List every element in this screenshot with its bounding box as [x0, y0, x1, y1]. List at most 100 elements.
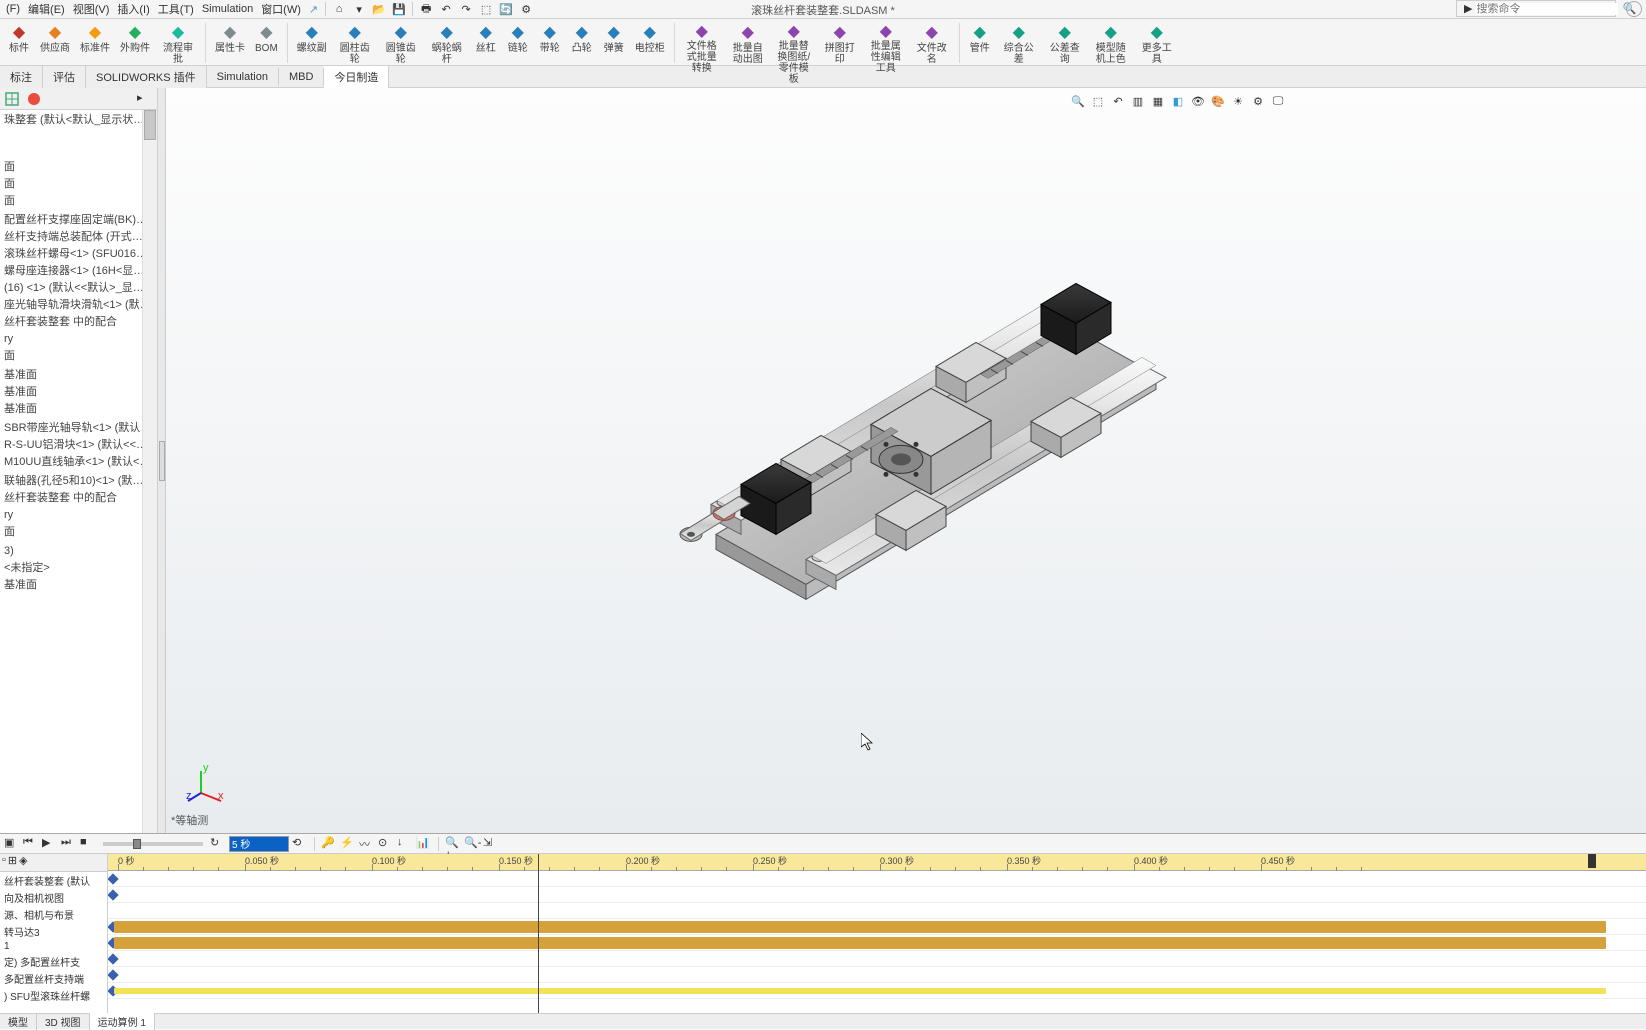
tree-tab-assembly-icon[interactable]	[4, 91, 20, 107]
gravity-icon[interactable]: ↓	[397, 836, 413, 852]
bottom-tab-模型[interactable]: 模型	[0, 1013, 37, 1030]
home-icon[interactable]: ⌂	[330, 1, 348, 17]
menu-view[interactable]: 视图(V)	[69, 1, 114, 17]
ribbon-综合公差[interactable]: ◆综合公差	[997, 21, 1041, 65]
keyframe-icon[interactable]	[108, 889, 119, 900]
tree-node[interactable]: ry	[2, 331, 155, 348]
motion-bar[interactable]	[114, 921, 1606, 933]
ribbon-文件格式批量转换[interactable]: ◆文件格式批量转换	[680, 21, 724, 65]
bottom-tab-3D 视图[interactable]: 3D 视图	[37, 1013, 90, 1030]
motion-tree-node[interactable]: 多配置丝杆支持端	[0, 970, 107, 987]
ribbon-批量属性编辑工具[interactable]: ◆批量属性编辑工具	[864, 21, 908, 65]
menu-edit[interactable]: 编辑(E)	[24, 1, 69, 17]
graphics-viewport[interactable]: 🔍 ⬚ ↶ ▥ ▦ ◧ 👁 🎨 ☀ ⚙ 🖵	[166, 88, 1646, 833]
tree-node[interactable]: 面	[2, 159, 155, 176]
tab-Simulation[interactable]: Simulation	[207, 68, 279, 86]
tl-row-comp2[interactable]	[108, 967, 1646, 983]
search-input[interactable]	[1476, 3, 1618, 15]
ribbon-链轮[interactable]: ◆链轮	[503, 21, 533, 65]
rebuild-icon[interactable]: 🔄	[497, 1, 515, 17]
motion-tree-node[interactable]: ) SFU型滚珠丝杆螺	[0, 987, 107, 1004]
ribbon-标件[interactable]: ◆标件	[4, 21, 34, 65]
menu-file[interactable]: (F)	[2, 3, 24, 15]
play-start-icon[interactable]: ⏮	[23, 836, 39, 852]
contact-icon[interactable]: ⊙	[378, 836, 394, 852]
tl-row-1[interactable]	[108, 935, 1646, 951]
timeline-playhead[interactable]	[538, 854, 539, 1013]
tree-node[interactable]: 丝杆套装整套 中的配合	[2, 490, 155, 507]
feature-tree[interactable]: 珠整套 (默认<默认_显示状态-1>) 面面面配置丝杆支撑座固定端(BK)总装配…	[0, 110, 157, 833]
motion-tree-node[interactable]: 转马达3	[0, 923, 107, 940]
display-style-icon[interactable]: ◧	[1170, 93, 1186, 109]
motor-icon[interactable]: ⚡	[340, 836, 356, 852]
ribbon-螺纹副[interactable]: ◆螺纹副	[293, 21, 331, 65]
bottom-tab-运动算例 1[interactable]: 运动算例 1	[90, 1013, 155, 1030]
ribbon-公差查询[interactable]: ◆公差查询	[1043, 21, 1087, 65]
timeline-end-marker[interactable]	[1588, 854, 1596, 868]
ribbon-更多工具[interactable]: ◆更多工具	[1135, 21, 1179, 65]
menu-tools[interactable]: 工具(T)	[154, 1, 198, 17]
motion-tree-node[interactable]: 1	[0, 940, 107, 953]
ribbon-圆锥齿轮[interactable]: ◆圆锥齿轮	[379, 21, 423, 65]
duration-combo[interactable]	[229, 836, 289, 852]
tree-root[interactable]: 珠整套 (默认<默认_显示状态-1>)	[2, 112, 155, 129]
tl-row-root[interactable]	[108, 871, 1646, 887]
save-icon[interactable]: 💾	[390, 1, 408, 17]
tree-node[interactable]: 座光轴导轨滑块滑轨<1> (默认<默	[2, 297, 155, 314]
play-end-icon[interactable]: ⏭	[61, 836, 77, 852]
tl-row-lights[interactable]	[108, 903, 1646, 919]
tree-node[interactable]: 基准面	[2, 401, 155, 418]
ribbon-模型随机上色[interactable]: ◆模型随机上色	[1089, 21, 1133, 65]
motion-bar[interactable]	[114, 937, 1606, 949]
menu-insert[interactable]: 插入(I)	[113, 1, 153, 17]
tree-collapse-icon[interactable]: ▸	[137, 91, 153, 107]
tree-node[interactable]: ry	[2, 507, 155, 524]
timeline[interactable]: 0 秒0.050 秒0.100 秒0.150 秒0.200 秒0.250 秒0.…	[108, 854, 1646, 1013]
select-icon[interactable]: ⬚	[477, 1, 495, 17]
tree-node[interactable]: 联轴器(孔径5和10)<1> (默认<<默	[2, 473, 155, 490]
ribbon-圆柱齿轮[interactable]: ◆圆柱齿轮	[333, 21, 377, 65]
ribbon-凸轮[interactable]: ◆凸轮	[567, 21, 597, 65]
motion-tree-node[interactable]: 向及相机视图	[0, 889, 107, 906]
ribbon-批量替换图纸/零件模板[interactable]: ◆批量替换图纸/零件模板	[772, 21, 816, 65]
mt-tab1-icon[interactable]: ▫	[2, 854, 6, 871]
tl-row-motor[interactable]	[108, 919, 1646, 935]
tree-node[interactable]: 3)	[2, 543, 155, 560]
calc-icon[interactable]: ▣	[4, 836, 20, 852]
stop-icon[interactable]: ■	[80, 836, 96, 852]
menu-simulation[interactable]: Simulation	[198, 3, 257, 15]
search-toggle-icon[interactable]: ▶	[1460, 2, 1476, 15]
keyframe-icon[interactable]	[108, 953, 119, 964]
zoom-fit-icon[interactable]: 🔍	[1070, 93, 1086, 109]
tl-row-comp1[interactable]	[108, 951, 1646, 967]
tree-node[interactable]: 基准面	[2, 384, 155, 401]
zoom-out-tl-icon[interactable]: 🔍-	[464, 836, 480, 852]
ribbon-管件[interactable]: ◆管件	[965, 21, 995, 65]
view-orient-icon[interactable]: ▦	[1150, 93, 1166, 109]
options-icon[interactable]: ⚙	[517, 1, 535, 17]
ribbon-标准件[interactable]: ◆标准件	[76, 21, 114, 65]
new-icon[interactable]: ▾	[350, 1, 368, 17]
apply-scene-icon[interactable]: ☀	[1230, 93, 1246, 109]
tree-node[interactable]: 基准面	[2, 577, 155, 594]
tab-评估[interactable]: 评估	[43, 66, 86, 88]
mode-icon[interactable]: ↻	[210, 836, 226, 852]
result-icon[interactable]: 📊	[416, 836, 432, 852]
spring-icon[interactable]: 〰	[359, 836, 375, 852]
tree-node[interactable]: M10UU直线轴承<1> (默认<<默认>	[2, 454, 155, 471]
section-icon[interactable]: ▥	[1130, 93, 1146, 109]
keyframe-icon[interactable]	[108, 873, 119, 884]
loop-icon[interactable]: ⟲	[292, 836, 308, 852]
undo-icon[interactable]: ↶	[437, 1, 455, 17]
open-icon[interactable]: 📂	[370, 1, 388, 17]
speed-slider[interactable]	[103, 842, 203, 846]
tree-node[interactable]: R-S-UU铝滑块<1> (默认<<默认>	[2, 437, 155, 454]
ribbon-蜗轮蜗杆[interactable]: ◆蜗轮蜗杆	[425, 21, 469, 65]
ribbon-文件改名[interactable]: ◆文件改名	[910, 21, 954, 65]
ribbon-外购件[interactable]: ◆外购件	[116, 21, 154, 65]
play-icon[interactable]: ▶	[42, 836, 58, 852]
tab-SOLIDWORKS 插件[interactable]: SOLIDWORKS 插件	[86, 66, 207, 88]
tab-标注[interactable]: 标注	[0, 66, 43, 88]
zoom-in-tl-icon[interactable]: 🔍+	[445, 836, 461, 852]
motion-tree-node[interactable]: 定) 多配置丝杆支	[0, 953, 107, 970]
